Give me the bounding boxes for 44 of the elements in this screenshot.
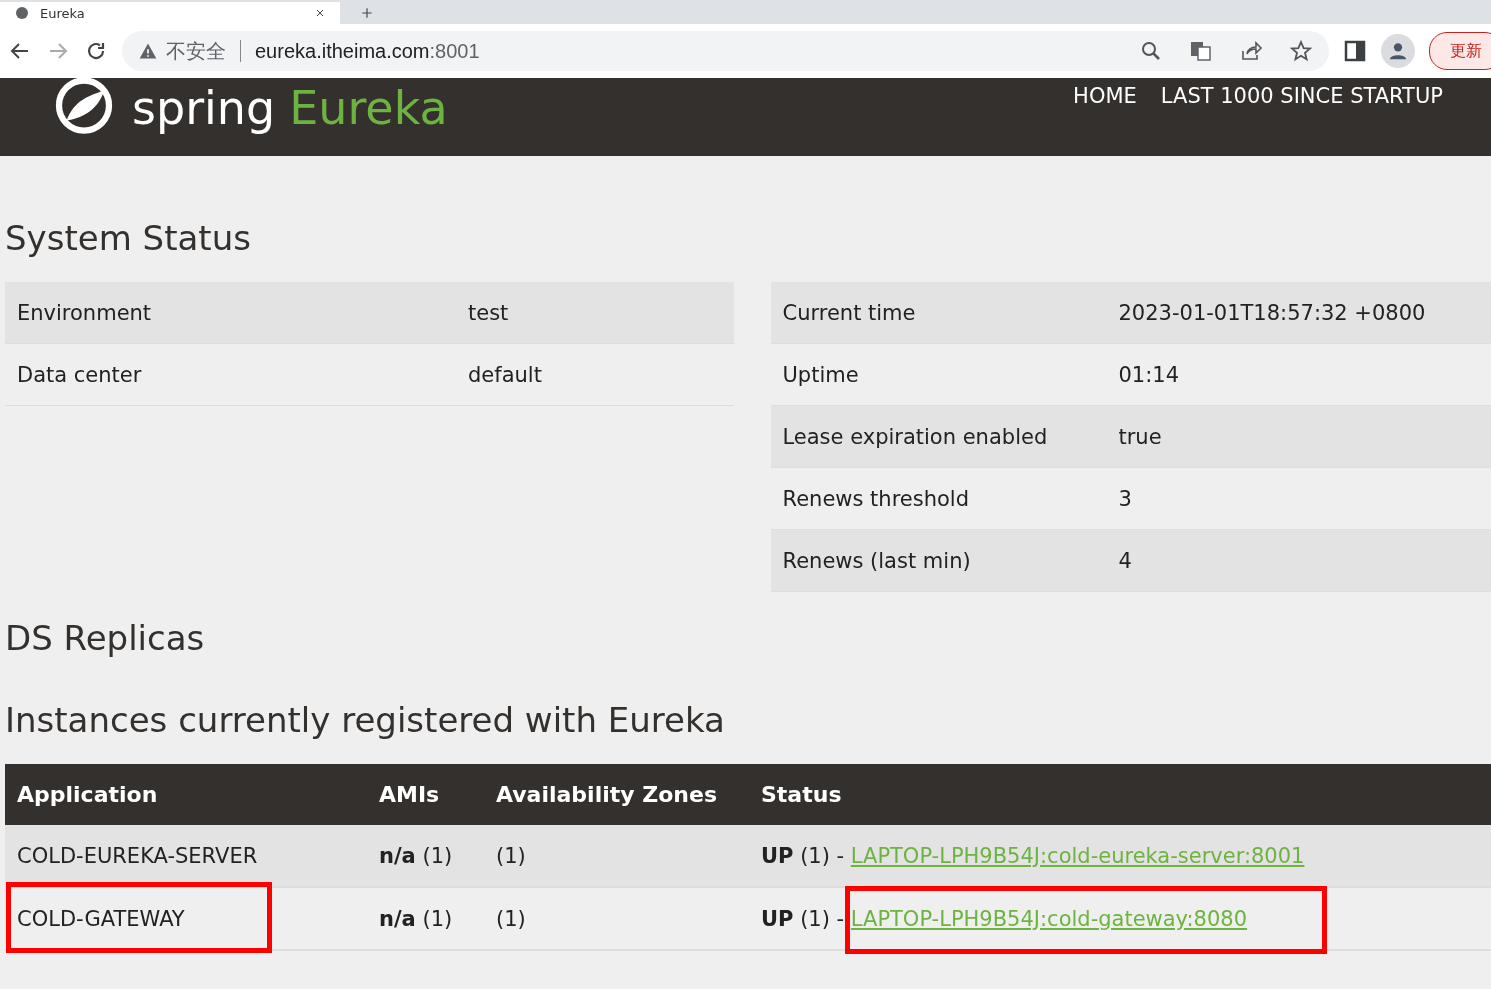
section-heading: DS Replicas (5, 617, 206, 660)
share-icon[interactable] (1239, 39, 1263, 63)
table-cell: Data center (5, 343, 456, 406)
table-cell: Current time (770, 282, 1107, 344)
close-icon[interactable] (314, 7, 326, 19)
status-text: UP (1) - (761, 843, 845, 868)
table-cell: true (1106, 405, 1491, 468)
browser-tab[interactable]: Eureka (0, 2, 340, 24)
logo-text: Eureka (289, 86, 448, 130)
profile-avatar[interactable] (1381, 34, 1415, 68)
warning-icon (138, 41, 158, 61)
nav-link[interactable]: LAST 1000 SINCE STARTUP (1160, 84, 1443, 108)
table-cell: 3 (1106, 467, 1491, 530)
table-cell: n/a (1) (367, 887, 484, 950)
table-cell: Uptime (770, 343, 1107, 406)
table-cell: Renews threshold (770, 467, 1107, 530)
address-field[interactable]: 不安全 eureka.itheima.com:8001 (122, 31, 1329, 71)
plus-icon[interactable] (360, 6, 374, 20)
person-icon (1387, 40, 1409, 62)
section-heading: Instances currently registered with Eureka (5, 699, 726, 742)
table-cell: Environment (5, 282, 456, 344)
update-button[interactable]: 更新 (1429, 32, 1491, 70)
nav-link[interactable]: HOME (1073, 84, 1137, 108)
column-header: Status (749, 764, 1491, 825)
table-cell: COLD-GATEWAY (5, 887, 367, 950)
column-header: Availability Zones (484, 764, 749, 825)
section-heading: System Status (5, 217, 252, 260)
table-cell: default (456, 343, 734, 406)
translate-icon[interactable] (1189, 39, 1213, 63)
sidebar-icon[interactable] (1343, 39, 1367, 63)
table-cell: COLD-EUREKA-SERVER (5, 825, 367, 887)
table-cell: (1) (484, 825, 749, 887)
column-header: AMIs (367, 764, 484, 825)
table-cell: 01:14 (1106, 343, 1491, 406)
table-cell: 4 (1106, 529, 1491, 592)
status-text: UP (1) - (761, 906, 845, 931)
table-cell: (1) (484, 887, 749, 950)
table-cell: Lease expiration enabled (770, 405, 1107, 468)
table-cell: n/a (1) (367, 825, 484, 887)
column-header: Application (5, 764, 367, 825)
table-cell: test (456, 282, 734, 344)
table-cell: Renews (last min) (770, 529, 1107, 592)
star-icon[interactable] (1289, 39, 1313, 63)
table-cell: 2023-01-01T18:57:32 +0800 (1106, 282, 1491, 344)
